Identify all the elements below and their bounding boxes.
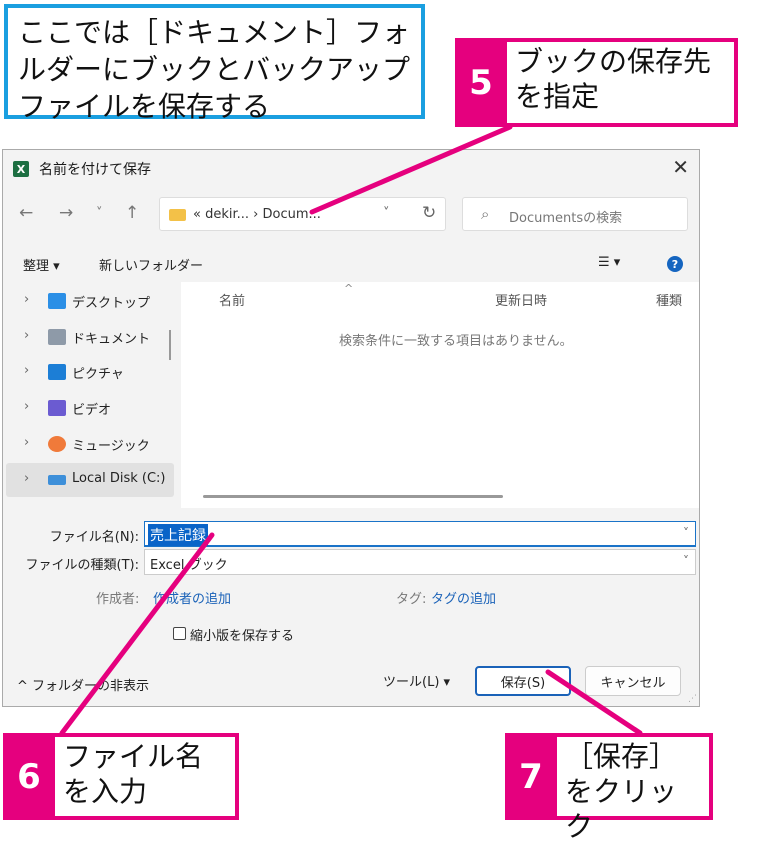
hide-folders-button[interactable]: ^ フォルダーの非表示 — [17, 675, 149, 694]
sort-caret-icon: ^ — [344, 282, 354, 295]
recent-locations-chevron-icon[interactable]: ˅ — [96, 206, 103, 221]
step-5-callout: 5 ブックの保存先を指定 — [455, 38, 738, 127]
column-label: 更新日時 — [495, 294, 548, 309]
browser-body: › デスクトップ › ドキュメント › ピクチャ › ビデオ › ミュージック … — [3, 282, 699, 508]
chevron-right-icon[interactable]: › — [24, 292, 29, 307]
navigation-pane: › デスクトップ › ドキュメント › ピクチャ › ビデオ › ミュージック … — [3, 282, 175, 508]
horizontal-scrollbar[interactable] — [203, 495, 503, 498]
step-number: 6 — [17, 756, 41, 797]
step-text: ［保存］をクリック — [557, 737, 709, 843]
step-number: 5 — [469, 62, 493, 103]
new-folder-button[interactable]: 新しいフォルダー — [99, 255, 203, 274]
music-icon — [48, 436, 66, 452]
column-label: 名前 — [219, 294, 246, 309]
sidebar-item-label: Local Disk (C:) — [72, 471, 166, 486]
help-icon[interactable]: ? — [667, 256, 683, 272]
chevron-right-icon[interactable]: › — [24, 471, 29, 486]
sidebar-item-label: デスクトップ — [72, 296, 151, 311]
step-number: 7 — [519, 756, 543, 797]
chevron-down-icon[interactable]: ˅ — [683, 526, 689, 540]
drive-icon — [48, 475, 66, 485]
save-thumbnail-checkbox[interactable] — [173, 627, 186, 640]
save-as-dialog: X 名前を付けて保存 ✕ ← → ˅ ↑ « dekir... › Docum.… — [2, 149, 700, 707]
step-7-callout: 7 ［保存］をクリック — [505, 733, 713, 843]
organize-button[interactable]: 整理 ▾ — [23, 255, 60, 274]
step-text: ブックの保存先を指定 — [507, 42, 734, 123]
desktop-icon — [48, 293, 66, 309]
dialog-footer: ^ フォルダーの非表示 ツール(L) ▾ 保存(S) キャンセル ⋰ — [3, 656, 699, 706]
search-input[interactable]: Documentsの検索 — [509, 207, 622, 226]
save-fields: ファイル名(N): 売上記録 ˅ ファイルの種類(T): Excel ブック ˅… — [3, 516, 699, 636]
sidebar-item-desktop[interactable]: › デスクトップ — [6, 284, 174, 318]
close-icon[interactable]: ✕ — [672, 155, 689, 179]
filename-label: ファイル名(N): — [49, 530, 139, 545]
save-button[interactable]: 保存(S) — [475, 666, 571, 696]
authors-label: 作成者: — [96, 592, 140, 607]
search-icon: ⌕ — [481, 205, 490, 223]
dialog-title: 名前を付けて保存 — [39, 162, 151, 178]
folder-icon — [169, 209, 186, 221]
step-text: ファイル名を入力 — [55, 737, 235, 816]
column-label: 種類 — [656, 294, 683, 309]
sidebar-item-music[interactable]: › ミュージック — [6, 427, 174, 461]
chevron-right-icon[interactable]: › — [24, 435, 29, 450]
chevron-down-icon[interactable]: ˅ — [683, 554, 689, 568]
sidebar-item-local-disk[interactable]: › Local Disk (C:) — [6, 463, 174, 497]
filetype-value: Excel ブック — [150, 558, 228, 573]
excel-icon: X — [13, 161, 29, 177]
sidebar-item-label: ミュージック — [72, 439, 150, 454]
cancel-button[interactable]: キャンセル — [585, 666, 681, 696]
sidebar-item-label: ドキュメント — [72, 332, 151, 347]
sidebar-item-label: ビデオ — [72, 403, 112, 418]
column-header-name[interactable]: 名前 — [219, 290, 245, 309]
add-author-link[interactable]: 作成者の追加 — [153, 588, 231, 607]
chevron-right-icon[interactable]: › — [24, 363, 29, 378]
step-6-callout: 6 ファイル名を入力 — [3, 733, 239, 820]
address-bar[interactable]: « dekir... › Docum... ˅ ↻ — [159, 197, 446, 231]
sidebar-item-pictures[interactable]: › ピクチャ — [6, 355, 174, 389]
forward-arrow-icon[interactable]: → — [59, 203, 73, 223]
sidebar-item-videos[interactable]: › ビデオ — [6, 391, 174, 425]
filename-value: 売上記録 — [148, 524, 208, 546]
filetype-label: ファイルの種類(T): — [25, 558, 139, 573]
tools-menu-button[interactable]: ツール(L) ▾ — [383, 671, 450, 690]
navigation-bar: ← → ˅ ↑ « dekir... › Docum... ˅ ↻ ⌕ Docu… — [3, 193, 699, 237]
documents-icon — [48, 329, 66, 345]
filename-input[interactable]: 売上記録 ˅ — [144, 521, 696, 547]
up-arrow-icon[interactable]: ↑ — [125, 203, 139, 223]
filetype-select[interactable]: Excel ブック ˅ — [144, 549, 696, 575]
pictures-icon — [48, 364, 66, 380]
address-path: « dekir... › Docum... — [193, 207, 321, 222]
chevron-right-icon[interactable]: › — [24, 399, 29, 414]
sidebar-scrollbar[interactable] — [169, 330, 171, 360]
refresh-icon[interactable]: ↻ — [422, 203, 436, 223]
instruction-note: ここでは［ドキュメント］フォルダーにブックとバックアップファイルを保存する — [4, 4, 425, 123]
add-tag-link[interactable]: タグの追加 — [431, 588, 496, 607]
address-chevron-icon[interactable]: ˅ — [383, 206, 390, 221]
command-bar: 整理 ▾ 新しいフォルダー ☰ ▾ ? — [3, 246, 699, 282]
title-bar: X 名前を付けて保存 ✕ — [3, 150, 699, 186]
column-header-modified[interactable]: 更新日時 — [495, 290, 547, 309]
file-list-pane: 名前 ^ 更新日時 種類 検索条件に一致する項目はありません。 — [181, 282, 699, 508]
view-options-button[interactable]: ☰ ▾ — [598, 255, 620, 270]
videos-icon — [48, 400, 66, 416]
empty-folder-message: 検索条件に一致する項目はありません。 — [339, 334, 573, 349]
sidebar-item-label: ピクチャ — [72, 367, 124, 382]
tags-label: タグ: — [396, 592, 427, 607]
chevron-right-icon[interactable]: › — [24, 328, 29, 343]
column-header-type[interactable]: 種類 — [656, 290, 682, 309]
search-box[interactable]: ⌕ Documentsの検索 — [462, 197, 688, 231]
save-thumbnail-label: 縮小版を保存する — [190, 629, 295, 644]
sidebar-item-documents[interactable]: › ドキュメント — [6, 320, 174, 354]
resize-grip-icon[interactable]: ⋰ — [688, 694, 697, 704]
back-arrow-icon[interactable]: ← — [19, 203, 33, 223]
